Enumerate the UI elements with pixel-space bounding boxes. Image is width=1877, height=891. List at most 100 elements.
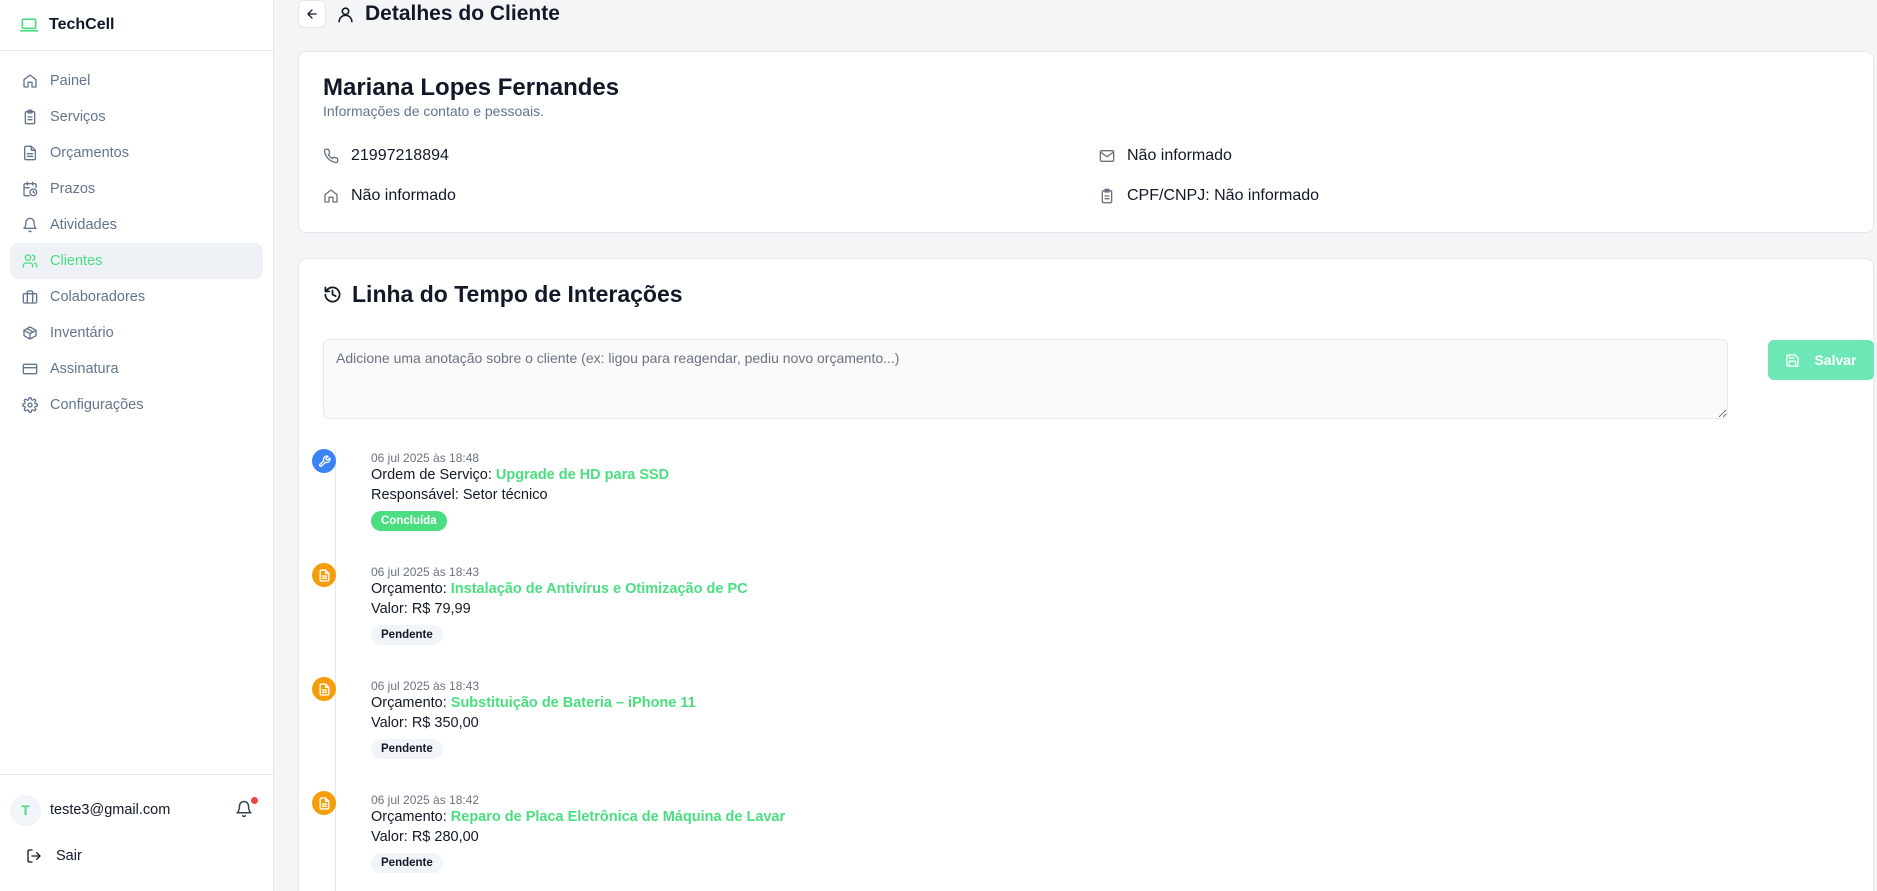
notification-dot [251, 797, 258, 804]
sidebar-item-label: Assinatura [50, 361, 119, 377]
timeline-prefix: Orçamento: [371, 695, 447, 711]
sidebar-item-label: Prazos [50, 181, 96, 197]
timeline-line [335, 449, 336, 891]
user-icon [336, 5, 355, 24]
file-text-icon [312, 791, 336, 815]
sidebar-item-label: Serviços [50, 109, 106, 125]
sidebar-item-label: Orçamentos [50, 145, 129, 161]
sidebar-item-configuracoes[interactable]: Configurações [10, 387, 263, 423]
timeline-heading: Orçamento: Reparo de Placa Eletrônica de… [371, 809, 785, 825]
arrow-left-icon [305, 7, 319, 21]
timeline-date: 06 jul 2025 às 18:43 [371, 565, 480, 579]
client-address-value: Não informado [351, 187, 456, 204]
mail-icon [1099, 148, 1115, 164]
clipboard-icon [1099, 188, 1115, 204]
file-text-icon [22, 145, 38, 161]
client-document-value: CPF/CNPJ: Não informado [1127, 187, 1320, 204]
status-badge: Pendente [371, 625, 443, 645]
page-title: Detalhes do Cliente [365, 2, 560, 25]
client-info-card: Mariana Lopes Fernandes Informações de c… [298, 51, 1874, 233]
timeline-date: 06 jul 2025 às 18:42 [371, 793, 480, 807]
timeline-heading: Orçamento: Substituição de Bateria – iPh… [371, 695, 696, 711]
save-icon [1785, 353, 1800, 368]
phone-icon [323, 148, 339, 164]
sidebar-item-servicos[interactable]: Serviços [10, 99, 263, 135]
user-menu[interactable]: T teste3@gmail.com [10, 793, 258, 827]
sidebar-item-label: Atividades [50, 217, 117, 233]
notifications-button[interactable] [235, 797, 258, 820]
logout-button[interactable]: Sair [26, 848, 82, 864]
bell-icon [22, 217, 38, 233]
client-address: Não informado [323, 187, 456, 205]
timeline-detail: Valor: R$ 350,00 [371, 715, 479, 731]
sidebar-item-label: Clientes [50, 253, 103, 269]
timeline-detail: Valor: R$ 280,00 [371, 829, 479, 845]
package-icon [22, 325, 38, 341]
brand[interactable]: TechCell [0, 0, 273, 51]
credit-card-icon [22, 361, 38, 377]
file-text-icon [312, 563, 336, 587]
save-label: Salvar [1814, 352, 1857, 368]
main-content: Detalhes do Cliente Mariana Lopes Fernan… [274, 0, 1877, 891]
client-phone-value: 21997218894 [351, 147, 449, 164]
client-email: Não informado [1099, 147, 1232, 165]
laptop-icon [19, 15, 39, 35]
status-badge: Pendente [371, 739, 443, 759]
avatar[interactable]: T [10, 794, 41, 826]
quote-link[interactable]: Instalação de Antivírus e Otimização de … [451, 581, 748, 597]
timeline-prefix: Orçamento: [371, 809, 447, 825]
timeline-heading: Orçamento: Instalação de Antivírus e Oti… [371, 581, 748, 597]
timeline-heading: Ordem de Serviço: Upgrade de HD para SSD [371, 467, 669, 483]
wrench-icon [312, 449, 336, 473]
calendar-clock-icon [22, 181, 38, 197]
users-icon [22, 253, 38, 269]
sidebar-item-assinatura[interactable]: Assinatura [10, 351, 263, 387]
sidebar-item-clientes[interactable]: Clientes [10, 243, 263, 279]
sidebar-item-orcamentos[interactable]: Orçamentos [10, 135, 263, 171]
logout-label: Sair [56, 848, 82, 864]
timeline-detail: Responsável: Setor técnico [371, 487, 548, 503]
note-input[interactable] [323, 339, 1728, 419]
user-email: teste3@gmail.com [50, 802, 171, 818]
timeline-detail: Valor: R$ 79,99 [371, 601, 471, 617]
client-subtitle: Informações de contato e pessoais. [323, 103, 545, 119]
quote-link[interactable]: Reparo de Placa Eletrônica de Máquina de… [451, 809, 785, 825]
sidebar-item-colaboradores[interactable]: Colaboradores [10, 279, 263, 315]
brand-name: TechCell [49, 16, 115, 33]
sidebar-item-atividades[interactable]: Atividades [10, 207, 263, 243]
timeline-title: Linha do Tempo de Interações [323, 281, 683, 308]
file-text-icon [312, 677, 336, 701]
sidebar-item-label: Inventário [50, 325, 114, 341]
sidebar-item-prazos[interactable]: Prazos [10, 171, 263, 207]
status-badge: Pendente [371, 853, 443, 873]
save-button[interactable]: Salvar [1768, 340, 1874, 380]
clipboard-icon [22, 109, 38, 125]
gear-icon [22, 397, 38, 413]
timeline-card: Linha do Tempo de Interações Salvar 06 j… [298, 258, 1874, 891]
sidebar-item-label: Colaboradores [50, 289, 146, 305]
sidebar-item-painel[interactable]: Painel [10, 63, 263, 99]
sidebar-item-label: Configurações [50, 397, 144, 413]
sidebar-item-inventario[interactable]: Inventário [10, 315, 263, 351]
service-order-link[interactable]: Upgrade de HD para SSD [496, 467, 669, 483]
briefcase-icon [22, 289, 38, 305]
logout-icon [26, 848, 42, 864]
home-icon [22, 73, 38, 89]
back-button[interactable] [298, 0, 326, 28]
timeline-prefix: Orçamento: [371, 581, 447, 597]
timeline-prefix: Ordem de Serviço: [371, 467, 492, 483]
client-email-value: Não informado [1127, 147, 1232, 164]
quote-link[interactable]: Substituição de Bateria – iPhone 11 [451, 695, 696, 711]
home-icon [323, 188, 339, 204]
client-phone: 21997218894 [323, 147, 449, 165]
page-header: Detalhes do Cliente [298, 0, 560, 28]
sidebar-nav: Painel Serviços Orçamentos Prazos Ativid… [0, 51, 273, 435]
client-name: Mariana Lopes Fernandes [323, 74, 620, 101]
client-document: CPF/CNPJ: Não informado [1099, 187, 1319, 205]
sidebar: TechCell Painel Serviços Orçamentos Praz… [0, 0, 274, 891]
status-badge: Concluída [371, 511, 447, 531]
timeline-date: 06 jul 2025 às 18:48 [371, 451, 480, 465]
history-icon [323, 285, 342, 304]
sidebar-footer: T teste3@gmail.com Sair [0, 774, 273, 891]
timeline-title-text: Linha do Tempo de Interações [352, 281, 683, 307]
